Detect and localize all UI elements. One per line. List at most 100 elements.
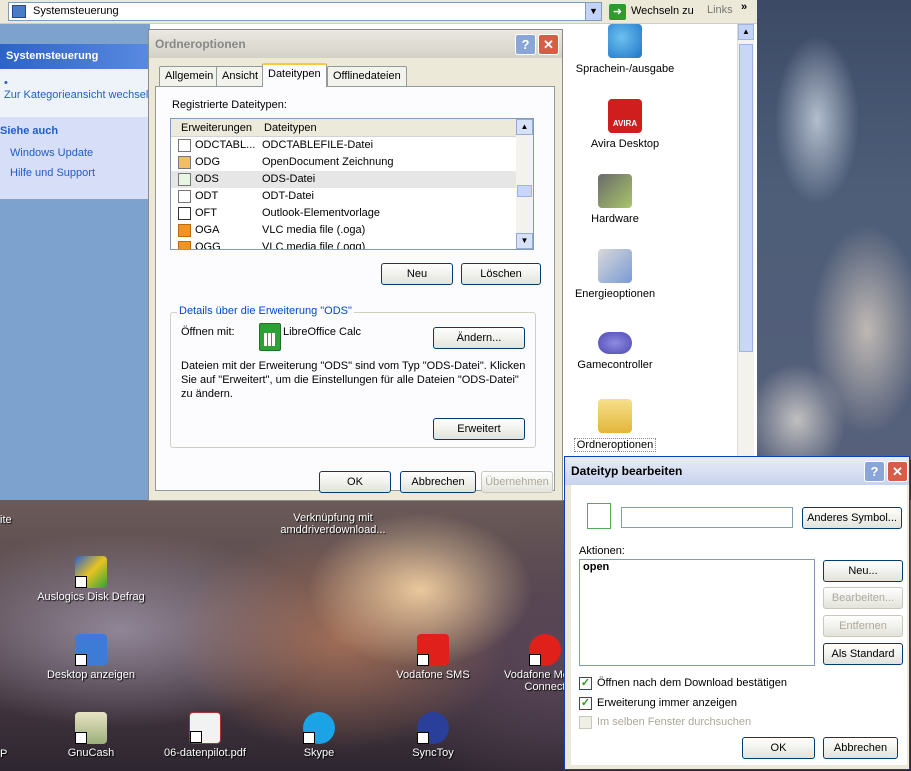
advanced-button[interactable]: Erweitert	[433, 418, 525, 440]
gamecontroller-icon	[598, 332, 632, 354]
list-row[interactable]: ODCTABL... ODCTABLEFILE-Datei	[171, 137, 533, 154]
desktop-wallpaper-right	[757, 0, 911, 460]
desktop-icon-amd-shortcut[interactable]: Verknüpfung mit amddriverdownload...	[258, 512, 408, 536]
desktop-icon-vodafone-sms[interactable]: Vodafone SMS	[378, 634, 488, 681]
task-pane-title[interactable]: Systemsteuerung	[0, 44, 150, 69]
action-item[interactable]: open	[580, 560, 814, 574]
scroll-thumb[interactable]	[739, 44, 753, 352]
tab-view[interactable]: Ansicht	[216, 66, 265, 86]
file-types-list[interactable]: Erweiterungen Dateitypen ODCTABL... ODCT…	[170, 118, 534, 250]
tab-file-types[interactable]: Dateitypen	[262, 63, 327, 87]
help-support-link[interactable]: Hilfe und Support	[0, 165, 150, 185]
chevron-down-icon[interactable]: ▼	[585, 3, 601, 20]
delete-type-button[interactable]: Löschen	[461, 263, 541, 285]
control-panel-items: Sprachein-/ausgabe AVIRA Avira Desktop H…	[560, 24, 737, 500]
bullet-icon: •	[4, 77, 8, 89]
row-type: OpenDocument Zeichnung	[262, 156, 394, 168]
windows-update-link[interactable]: Windows Update	[0, 145, 150, 165]
desktop-icon-label: Vodafone SMS	[396, 669, 470, 681]
desktop-icon-skype[interactable]: Skype	[264, 712, 374, 759]
close-icon[interactable]: ✕	[538, 34, 559, 55]
desktop-icon-label: Desktop anzeigen	[46, 669, 136, 681]
pdf-file-icon	[189, 712, 221, 744]
cp-item-folder-options[interactable]: Ordneroptionen	[560, 399, 670, 452]
row-ext: OFT	[195, 207, 217, 219]
list-row[interactable]: OGG VLC media file (.ogg)	[171, 239, 533, 249]
envelope-icon	[178, 207, 191, 220]
links-chevron-icon[interactable]: »	[741, 1, 747, 13]
ok-button[interactable]: OK	[742, 737, 815, 759]
details-legend: Details über die Erweiterung "ODS"	[177, 305, 354, 317]
actions-list[interactable]: open	[579, 559, 815, 666]
list-row[interactable]: ODT ODT-Datei	[171, 188, 533, 205]
desktop-icon-synctoy[interactable]: SyncToy	[378, 712, 488, 759]
ok-button[interactable]: OK	[319, 471, 391, 493]
cp-item-power[interactable]: Energieoptionen	[560, 249, 670, 300]
column-extensions[interactable]: Erweiterungen	[181, 122, 252, 134]
desktop-icon-auslogics[interactable]: Auslogics Disk Defrag	[36, 556, 146, 603]
cancel-button[interactable]: Abbrechen	[400, 471, 476, 493]
list-scrollbar[interactable]: ▲ ▼	[516, 119, 533, 249]
tab-general[interactable]: Allgemein	[159, 66, 220, 86]
apply-button[interactable]: Übernehmen	[481, 471, 553, 493]
skype-icon	[303, 712, 335, 744]
task-pane: Systemsteuerung • Zur Kategorieansicht w…	[0, 24, 154, 500]
same-window-checkbox[interactable]	[579, 716, 592, 729]
edit-file-type-dialog: Dateityp bearbeiten ? ✕ Anderes Symbol..…	[564, 456, 910, 770]
globe-icon	[608, 24, 642, 58]
desktop-cut-label-bottom: P	[0, 748, 8, 760]
new-type-button[interactable]: Neu	[381, 263, 453, 285]
address-bar: Systemsteuerung ▼ ➜ Wechseln zu Links »	[0, 0, 757, 24]
desktop-icon-gnucash[interactable]: GnuCash	[36, 712, 146, 759]
tab-offline-files[interactable]: Offlinedateien	[327, 66, 407, 86]
show-extension-checkbox[interactable]: ✓	[579, 697, 592, 710]
cancel-button[interactable]: Abbrechen	[823, 737, 898, 759]
cp-item-hardware[interactable]: Hardware	[560, 174, 670, 225]
scroll-up-icon[interactable]: ▲	[516, 119, 533, 135]
desktop-icon-label: GnuCash	[67, 747, 115, 759]
libreoffice-calc-icon	[259, 323, 281, 351]
scroll-thumb[interactable]	[517, 185, 532, 197]
go-arrow-icon: ➜	[609, 4, 626, 20]
show-extension-label: Erweiterung immer anzeigen	[597, 697, 738, 709]
links-toolbar[interactable]: Links	[707, 4, 733, 16]
dialog-title-bar[interactable]: Ordneroptionen	[149, 30, 562, 58]
close-icon[interactable]: ✕	[887, 461, 908, 482]
list-row[interactable]: ODG OpenDocument Zeichnung	[171, 154, 533, 171]
cp-item-gamecontroller[interactable]: Gamecontroller	[560, 324, 670, 371]
change-button[interactable]: Ändern...	[433, 327, 525, 349]
set-default-button[interactable]: Als Standard	[823, 643, 903, 665]
actions-label: Aktionen:	[579, 545, 625, 557]
details-description: Dateien mit der Erweiterung "ODS" sind v…	[181, 360, 526, 400]
new-action-button[interactable]: Neu...	[823, 560, 903, 582]
folder-options-dialog: Ordneroptionen ? ✕ Allgemein Ansicht Dat…	[148, 29, 563, 501]
desktop-icon-label: Skype	[303, 747, 335, 759]
help-icon[interactable]: ?	[864, 461, 885, 482]
file-type-name-field[interactable]	[621, 507, 793, 528]
remove-action-button[interactable]: Entfernen	[823, 615, 903, 637]
switch-category-view-link[interactable]: • Zur Kategorieansicht wechseln	[0, 69, 154, 101]
see-also-title[interactable]: Siehe auch	[0, 117, 150, 145]
help-icon[interactable]: ?	[515, 34, 536, 55]
scroll-down-icon[interactable]: ▼	[516, 233, 533, 249]
desktop-icon-show-desktop[interactable]: Desktop anzeigen	[36, 634, 146, 681]
content-scrollbar[interactable]: ▲	[737, 24, 754, 500]
dialog-title-bar[interactable]: Dateityp bearbeiten	[565, 457, 909, 485]
confirm-open-checkbox[interactable]: ✓	[579, 677, 592, 690]
opens-with-app: LibreOffice Calc	[283, 326, 362, 338]
edit-action-button[interactable]: Bearbeiten...	[823, 587, 903, 609]
list-row-selected[interactable]: ODS ODS-Datei	[171, 171, 533, 188]
desktop-icon-label: SyncToy	[412, 747, 454, 759]
address-field[interactable]: Systemsteuerung ▼	[8, 2, 602, 21]
list-row[interactable]: OFT Outlook-Elementvorlage	[171, 205, 533, 222]
list-row[interactable]: OGA VLC media file (.oga)	[171, 222, 533, 239]
cp-item-avira[interactable]: AVIRA Avira Desktop	[570, 99, 680, 150]
task-pane-section-see-also: Siehe auch Windows Update Hilfe und Supp…	[0, 117, 150, 199]
scroll-up-icon[interactable]: ▲	[738, 24, 754, 40]
column-file-types[interactable]: Dateitypen	[264, 122, 317, 134]
go-button[interactable]: ➜ Wechseln zu	[609, 2, 694, 21]
cp-item-label: Avira Desktop	[590, 138, 660, 150]
desktop-icon-pdf[interactable]: 06-datenpilot.pdf	[150, 712, 260, 759]
other-symbol-button[interactable]: Anderes Symbol...	[802, 507, 902, 529]
cp-item-regional-language[interactable]: Sprachein-/ausgabe	[570, 24, 680, 75]
